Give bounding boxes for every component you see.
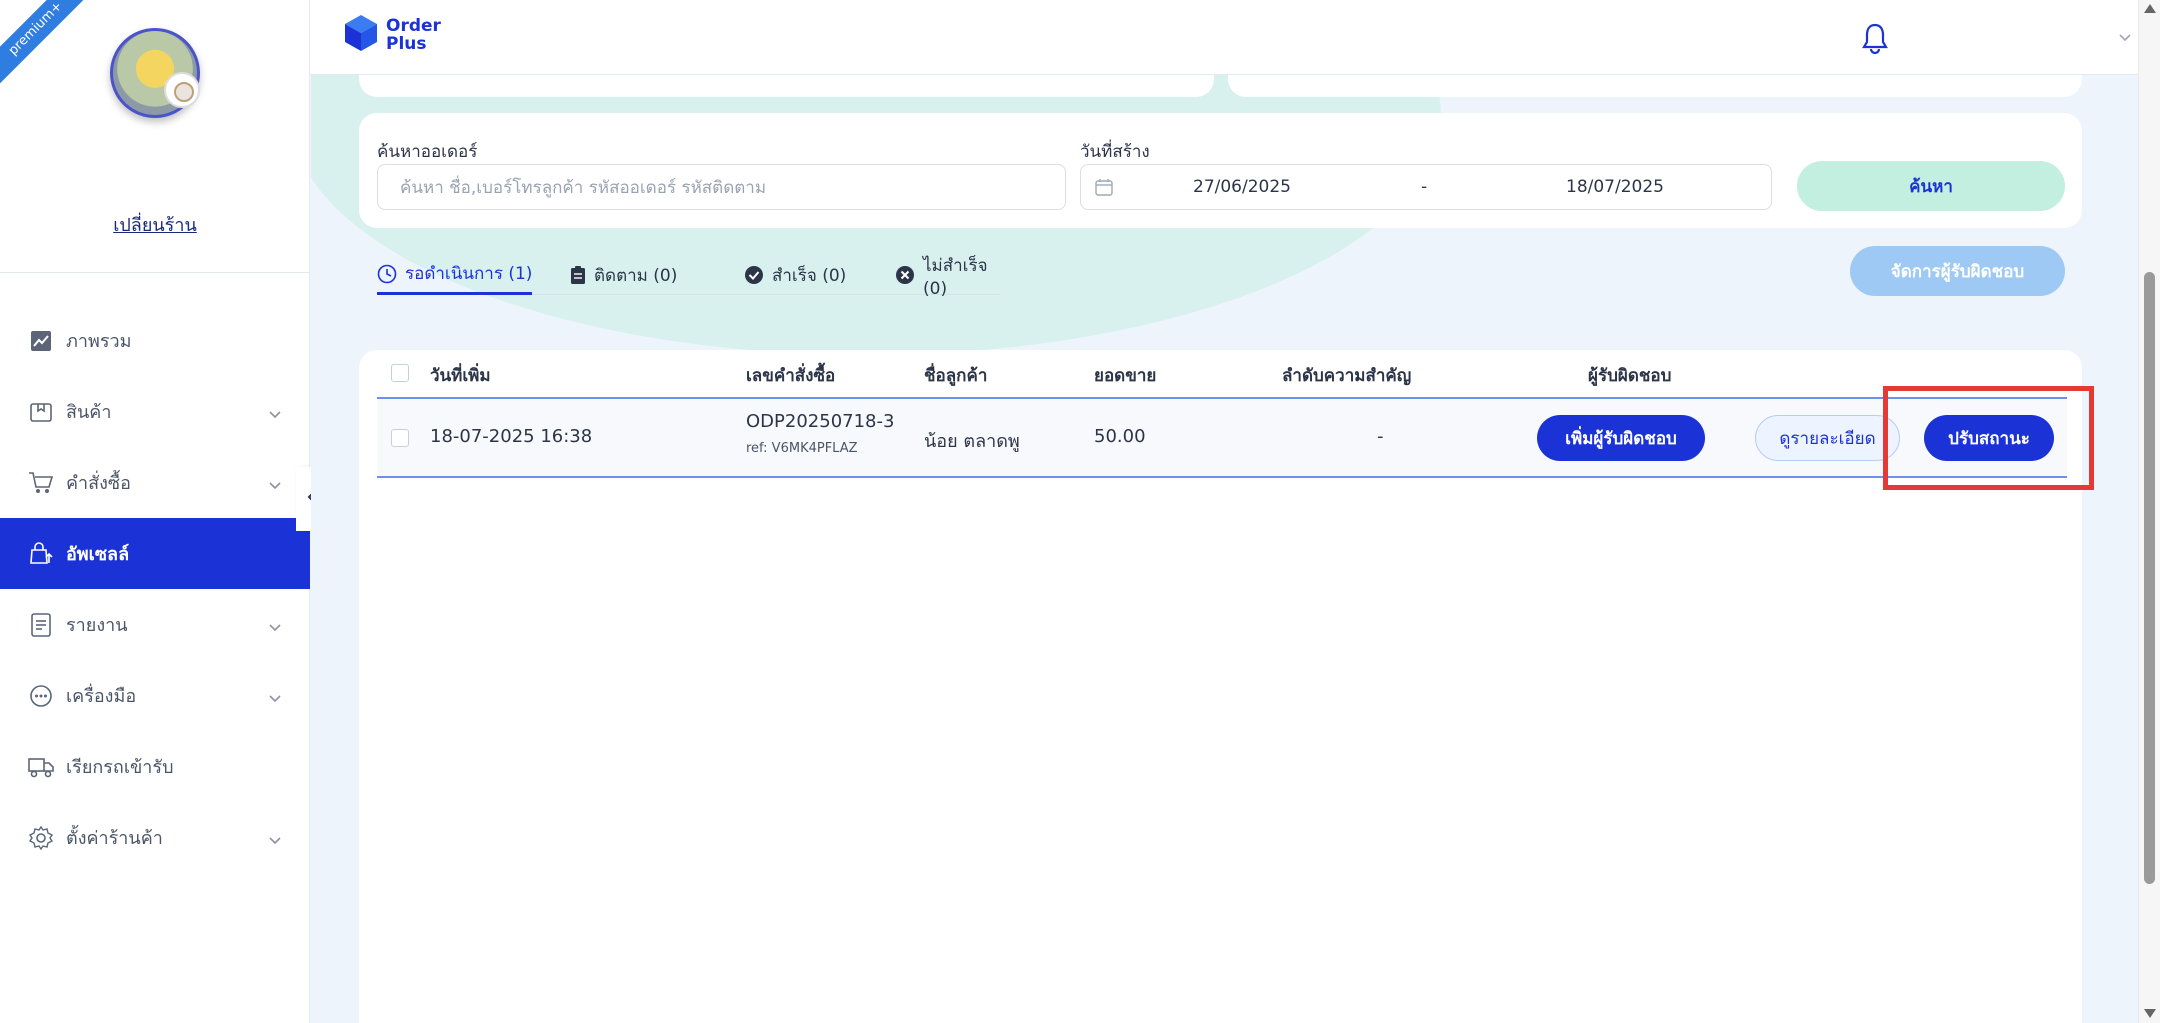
shopping-bag-up-icon: [28, 541, 54, 567]
tab-failed[interactable]: ไม่สำเร็จ (0): [895, 255, 1000, 299]
column-header-priority: ลำดับความสำคัญ: [1282, 366, 1412, 386]
date-to-value[interactable]: 18/07/2025: [1566, 177, 1664, 197]
date-range-input[interactable]: 27/06/2025 - 18/07/2025: [1080, 164, 1772, 210]
truck-icon: [28, 754, 54, 780]
notification-bell-icon[interactable]: [1861, 22, 1889, 58]
logo-line-2: Plus: [386, 34, 427, 54]
row-date: 18-07-2025 16:38: [430, 426, 593, 447]
calendar-icon: [1095, 178, 1113, 201]
cube-logo-icon: [344, 14, 378, 56]
view-details-button[interactable]: ดูรายละเอียด: [1755, 415, 1900, 461]
clipboard-icon: [570, 265, 586, 285]
tab-label: รอดำเนินการ (1): [405, 264, 533, 284]
top-bar: Order Plus: [310, 0, 2138, 75]
chart-line-icon: [28, 328, 54, 354]
column-header-amount: ยอดขาย: [1094, 366, 1157, 386]
chat-dots-icon: [28, 683, 54, 709]
logo-text: Order Plus: [386, 17, 441, 53]
row-customer: น้อย ตลาดพู: [924, 431, 1020, 452]
main-content: ค้นหาออเดอร์ ค้นหา ชื่อ,เบอร์โทรลูกค้า ร…: [311, 75, 2138, 1023]
tab-pending[interactable]: รอดำเนินการ (1): [377, 255, 533, 295]
check-circle-icon: [744, 265, 764, 285]
add-assignee-button[interactable]: เพิ่มผู้รับผิดชอบ: [1537, 415, 1705, 461]
sidebar-item-label: รายงาน: [66, 615, 128, 636]
table-row[interactable]: 18-07-2025 16:38 ODP20250718-3 ref: V6MK…: [377, 397, 2067, 478]
order-search-label: ค้นหาออเดอร์: [377, 142, 478, 162]
column-header-customer: ชื่อลูกค้า: [924, 366, 988, 386]
change-shop-link[interactable]: เปลี่ยนร้าน: [0, 210, 310, 239]
clock-icon: [377, 264, 397, 284]
search-button[interactable]: ค้นหา: [1797, 161, 2065, 211]
created-date-label: วันที่สร้าง: [1080, 142, 1150, 162]
row-checkbox[interactable]: [391, 429, 409, 447]
app-logo[interactable]: Order Plus: [344, 14, 441, 56]
sidebar-item-label: ภาพรวม: [66, 331, 132, 352]
sidebar-item-label: เครื่องมือ: [66, 686, 137, 707]
chevron-down-icon: [268, 688, 282, 709]
sidebar-item-pickup[interactable]: เรียกรถเข้ารับ: [0, 731, 310, 802]
chevron-down-icon[interactable]: [2118, 28, 2132, 47]
tab-tracking[interactable]: ติดตาม (0): [570, 255, 677, 295]
column-header-assignee: ผู้รับผิดชอบ: [1588, 366, 1672, 386]
date-separator: -: [1421, 177, 1428, 197]
order-search-input[interactable]: ค้นหา ชื่อ,เบอร์โทรลูกค้า รหัสออเดอร์ รห…: [377, 164, 1066, 210]
scroll-up-arrow-icon[interactable]: [2144, 4, 2156, 13]
chevron-down-icon: [268, 404, 282, 425]
premium-ribbon: premium+: [0, 0, 95, 88]
sidebar-item-reports[interactable]: รายงาน: [0, 589, 310, 660]
chevron-down-icon: [268, 617, 282, 638]
tab-label: ไม่สำเร็จ (0): [923, 255, 988, 299]
select-all-checkbox[interactable]: [391, 364, 409, 382]
sidebar: premium+ เปลี่ยนร้าน ภาพรวม สินค้า คำสั่…: [0, 0, 310, 1023]
scroll-down-arrow-icon[interactable]: [2144, 1009, 2156, 1018]
sidebar-item-label: ตั้งค่าร้านค้า: [66, 828, 163, 849]
manage-assignee-button[interactable]: จัดการผู้รับผิดชอบ: [1850, 246, 2065, 296]
summary-card-right: [1228, 75, 2082, 97]
chevron-down-icon: [268, 830, 282, 851]
column-header-date: วันที่เพิ่ม: [430, 366, 491, 386]
avatar-badge-icon: [164, 72, 200, 108]
gear-icon: [28, 825, 54, 851]
tab-label: สำเร็จ (0): [772, 265, 847, 286]
sidebar-item-orders[interactable]: คำสั่งซื้อ: [0, 447, 310, 518]
update-status-button[interactable]: ปรับสถานะ: [1924, 415, 2054, 461]
logo-line-1: Order: [386, 16, 441, 36]
summary-card-left: [359, 75, 1214, 97]
sidebar-divider: [0, 272, 310, 273]
sidebar-item-shop-settings[interactable]: ตั้งค่าร้านค้า: [0, 802, 310, 873]
status-tabs: รอดำเนินการ (1) ติดตาม (0) สำเร็จ (0) ไม…: [377, 245, 1000, 299]
row-priority: -: [1377, 426, 1384, 447]
box-icon: [28, 399, 54, 425]
row-order-no[interactable]: ODP20250718-3: [746, 411, 894, 432]
report-icon: [28, 612, 54, 638]
row-order-ref: ref: V6MK4PFLAZ: [746, 441, 858, 456]
column-header-order-no: เลขคำสั่งซื้อ: [746, 366, 836, 386]
date-from-value[interactable]: 27/06/2025: [1193, 177, 1291, 197]
chevron-down-icon: [268, 475, 282, 496]
sidebar-item-tools[interactable]: เครื่องมือ: [0, 660, 310, 731]
sidebar-item-label: สินค้า: [66, 402, 112, 423]
tab-success[interactable]: สำเร็จ (0): [744, 255, 846, 295]
tab-label: ติดตาม (0): [594, 265, 678, 286]
scroll-thumb[interactable]: [2144, 272, 2155, 884]
cart-icon: [28, 470, 54, 496]
row-amount: 50.00: [1094, 426, 1146, 447]
sidebar-nav: ภาพรวม สินค้า คำสั่งซื้อ อัพเซลล์ รายงาน…: [0, 305, 310, 873]
sidebar-item-overview[interactable]: ภาพรวม: [0, 305, 310, 376]
sidebar-item-label: อัพเซลล์: [66, 544, 130, 565]
sidebar-item-upsell[interactable]: อัพเซลล์: [0, 518, 310, 589]
sidebar-item-products[interactable]: สินค้า: [0, 376, 310, 447]
sidebar-item-label: เรียกรถเข้ารับ: [66, 757, 174, 778]
sidebar-item-label: คำสั่งซื้อ: [66, 473, 131, 494]
x-circle-icon: [895, 265, 915, 285]
page-scrollbar[interactable]: [2138, 0, 2160, 1023]
